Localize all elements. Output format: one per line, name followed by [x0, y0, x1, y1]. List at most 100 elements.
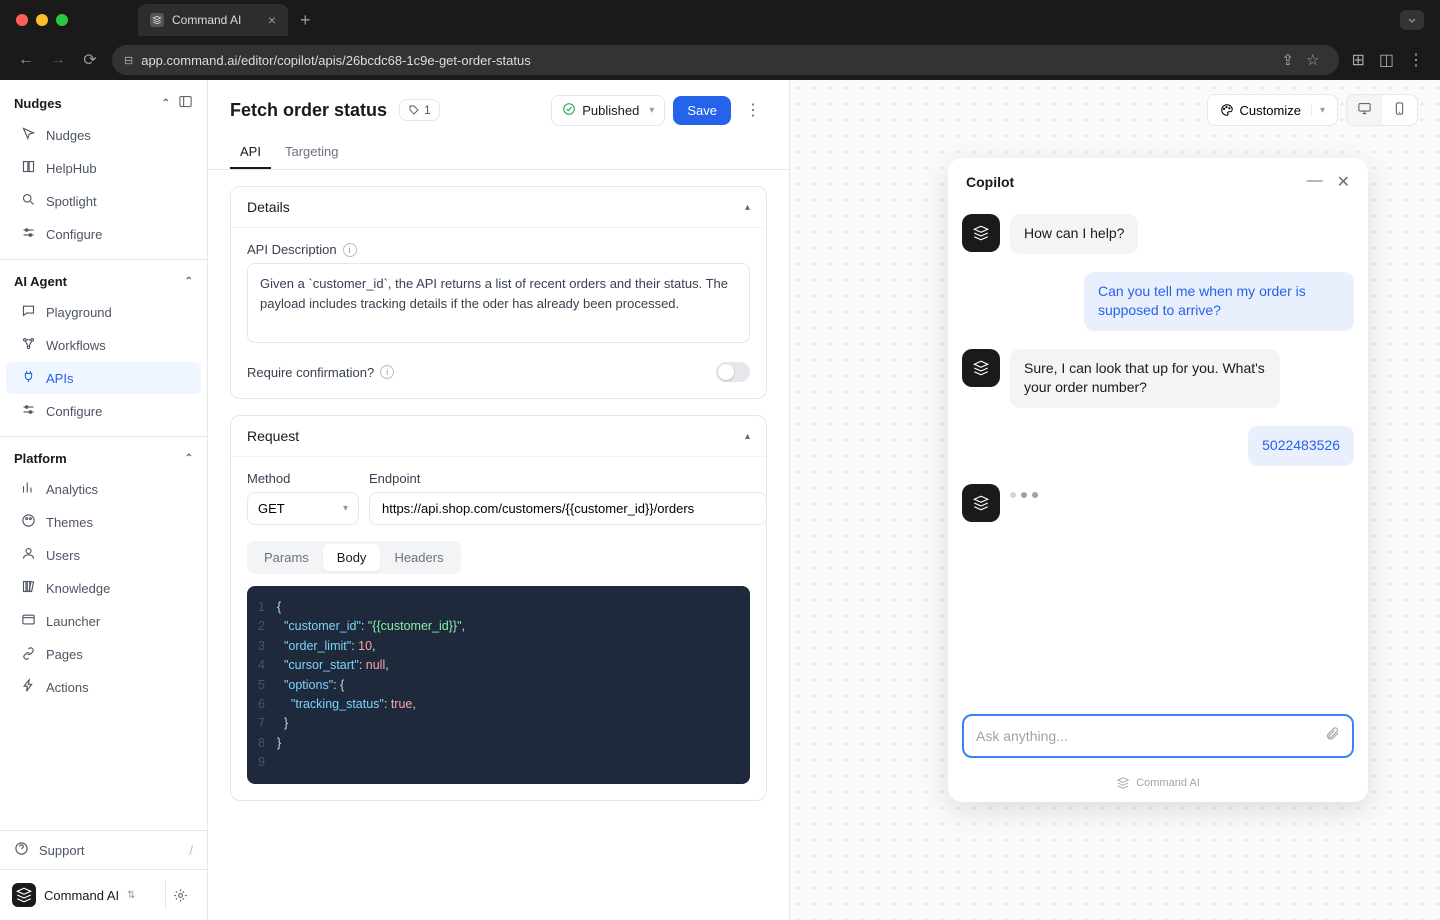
settings-icon[interactable] [165, 880, 195, 910]
tag-icon [408, 104, 420, 116]
method-select[interactable]: GET ▾ [247, 492, 359, 525]
assistant-avatar [962, 484, 1000, 522]
menu-icon[interactable]: ⋮ [1408, 50, 1424, 70]
more-menu-icon[interactable]: ⋮ [739, 94, 767, 126]
browser-titlebar: Command AI × + [0, 0, 1440, 40]
sidebar-item-knowledge[interactable]: Knowledge [6, 572, 201, 604]
sidebar-item-actions[interactable]: Actions [6, 671, 201, 703]
sidebar-item-analytics[interactable]: Analytics [6, 473, 201, 505]
tag-count-chip[interactable]: 1 [399, 99, 440, 121]
subtab-params[interactable]: Params [250, 544, 323, 571]
sidebar: Nudges ⌃ Nudges HelpHub Spotlight Config… [0, 80, 208, 920]
desktop-view-button[interactable] [1347, 95, 1382, 125]
sliders-icon [20, 225, 36, 243]
panel-details-header[interactable]: Details ▴ [231, 187, 766, 227]
api-desc-label: API Description i [247, 242, 750, 257]
chevron-up-icon: ⌃ [185, 276, 193, 287]
sidebar-item-workflows[interactable]: Workflows [6, 329, 201, 361]
maximize-window[interactable] [56, 14, 68, 26]
chevron-up-icon: ▴ [745, 431, 750, 442]
save-button[interactable]: Save [673, 96, 731, 125]
tab-favicon [150, 13, 164, 27]
message-bubble: Can you tell me when my order is suppose… [1084, 272, 1354, 331]
page-title: Fetch order status [230, 100, 387, 121]
back-button[interactable]: ← [16, 51, 36, 69]
copilot-text-input[interactable] [976, 728, 1317, 744]
library-icon [20, 579, 36, 597]
sidebar-item-nudges[interactable]: Nudges [6, 119, 201, 151]
chevron-up-icon: ▴ [745, 202, 750, 213]
panel-toggle-icon[interactable] [178, 94, 193, 112]
sidebar-section-platform[interactable]: Platform ⌃ [0, 445, 207, 472]
attachment-icon[interactable] [1325, 726, 1340, 746]
reload-button[interactable]: ⟳ [80, 50, 100, 70]
forward-button[interactable]: → [48, 51, 68, 69]
endpoint-input[interactable] [369, 492, 767, 525]
sidebar-item-configure-agent[interactable]: Configure [6, 395, 201, 427]
tab-api[interactable]: API [230, 136, 271, 169]
info-icon[interactable]: i [380, 365, 394, 379]
cursor-icon [20, 126, 36, 144]
request-subtabs: Params Body Headers [247, 541, 461, 574]
panel-details: Details ▴ API Description i Require conf… [230, 186, 767, 399]
sliders-icon [20, 402, 36, 420]
bookmark-icon[interactable]: ☆ [1306, 51, 1319, 69]
sidebar-section-nudges[interactable]: Nudges ⌃ [0, 88, 207, 118]
sidebar-item-configure-nudges[interactable]: Configure [6, 218, 201, 250]
sidebar-item-helphub[interactable]: HelpHub [6, 152, 201, 184]
sidebar-item-pages[interactable]: Pages [6, 638, 201, 670]
chat-icon [20, 303, 36, 321]
mobile-view-button[interactable] [1382, 95, 1417, 125]
assistant-avatar [962, 349, 1000, 387]
sidebar-item-spotlight[interactable]: Spotlight [6, 185, 201, 217]
updown-icon: ⇅ [127, 890, 135, 901]
paint-icon [1220, 103, 1234, 117]
panel-request-header[interactable]: Request ▴ [231, 416, 766, 456]
org-switcher[interactable]: Command AI ⇅ [0, 869, 207, 920]
request-body-editor[interactable]: 1{ 2 "customer_id": "{{customer_id}}", 3… [247, 586, 750, 784]
panel-request: Request ▴ Method GET ▾ Endpoint [230, 415, 767, 801]
minimize-icon[interactable]: — [1307, 172, 1323, 192]
minimize-window[interactable] [36, 14, 48, 26]
api-description-input[interactable] [247, 263, 750, 343]
endpoint-label: Endpoint [369, 471, 767, 486]
subtab-headers[interactable]: Headers [380, 544, 457, 571]
address-bar[interactable]: ⊟ app.command.ai/editor/copilot/apis/26b… [112, 45, 1339, 75]
sidepanel-icon[interactable]: ◫ [1379, 50, 1394, 70]
sidebar-section-aiagent[interactable]: AI Agent ⌃ [0, 268, 207, 295]
device-toggle [1346, 94, 1418, 126]
help-icon [14, 841, 29, 859]
subtab-body[interactable]: Body [323, 544, 381, 571]
plug-icon [20, 369, 36, 387]
preview-canvas: Customize ▾ Copilot — ✕ How can I help? [790, 80, 1440, 920]
sidebar-support[interactable]: Support / [0, 830, 207, 869]
tabs-dropdown[interactable] [1400, 10, 1424, 30]
sidebar-item-themes[interactable]: Themes [6, 506, 201, 538]
customize-button[interactable]: Customize ▾ [1207, 94, 1338, 126]
close-window[interactable] [16, 14, 28, 26]
message-bubble: How can I help? [1010, 214, 1138, 254]
publish-status-button[interactable]: Published ▾ [551, 95, 665, 126]
tab-targeting[interactable]: Targeting [275, 136, 348, 169]
new-tab-button[interactable]: + [300, 10, 311, 31]
require-confirmation-toggle[interactable] [716, 362, 750, 382]
close-icon[interactable]: ✕ [1337, 172, 1350, 192]
chevron-down-icon: ▾ [343, 503, 348, 514]
sidebar-item-playground[interactable]: Playground [6, 296, 201, 328]
site-info-icon[interactable]: ⊟ [124, 54, 133, 67]
chevron-up-icon: ⌃ [162, 98, 170, 109]
extensions-icon[interactable]: ⊞ [1351, 50, 1364, 70]
info-icon[interactable]: i [343, 243, 357, 257]
sidebar-item-apis[interactable]: APIs [6, 362, 201, 394]
slash-icon: / [189, 843, 193, 858]
browser-tab[interactable]: Command AI × [138, 4, 288, 36]
sidebar-item-users[interactable]: Users [6, 539, 201, 571]
copilot-title: Copilot [966, 174, 1014, 190]
close-tab-icon[interactable]: × [268, 12, 276, 28]
sidebar-item-launcher[interactable]: Launcher [6, 605, 201, 637]
message-bubble: Sure, I can look that up for you. What's… [1010, 349, 1280, 408]
browser-toolbar: ← → ⟳ ⊟ app.command.ai/editor/copilot/ap… [0, 40, 1440, 80]
share-icon[interactable]: ⇪ [1281, 51, 1294, 69]
message-user: Can you tell me when my order is suppose… [962, 272, 1354, 331]
copilot-input[interactable] [962, 714, 1354, 758]
